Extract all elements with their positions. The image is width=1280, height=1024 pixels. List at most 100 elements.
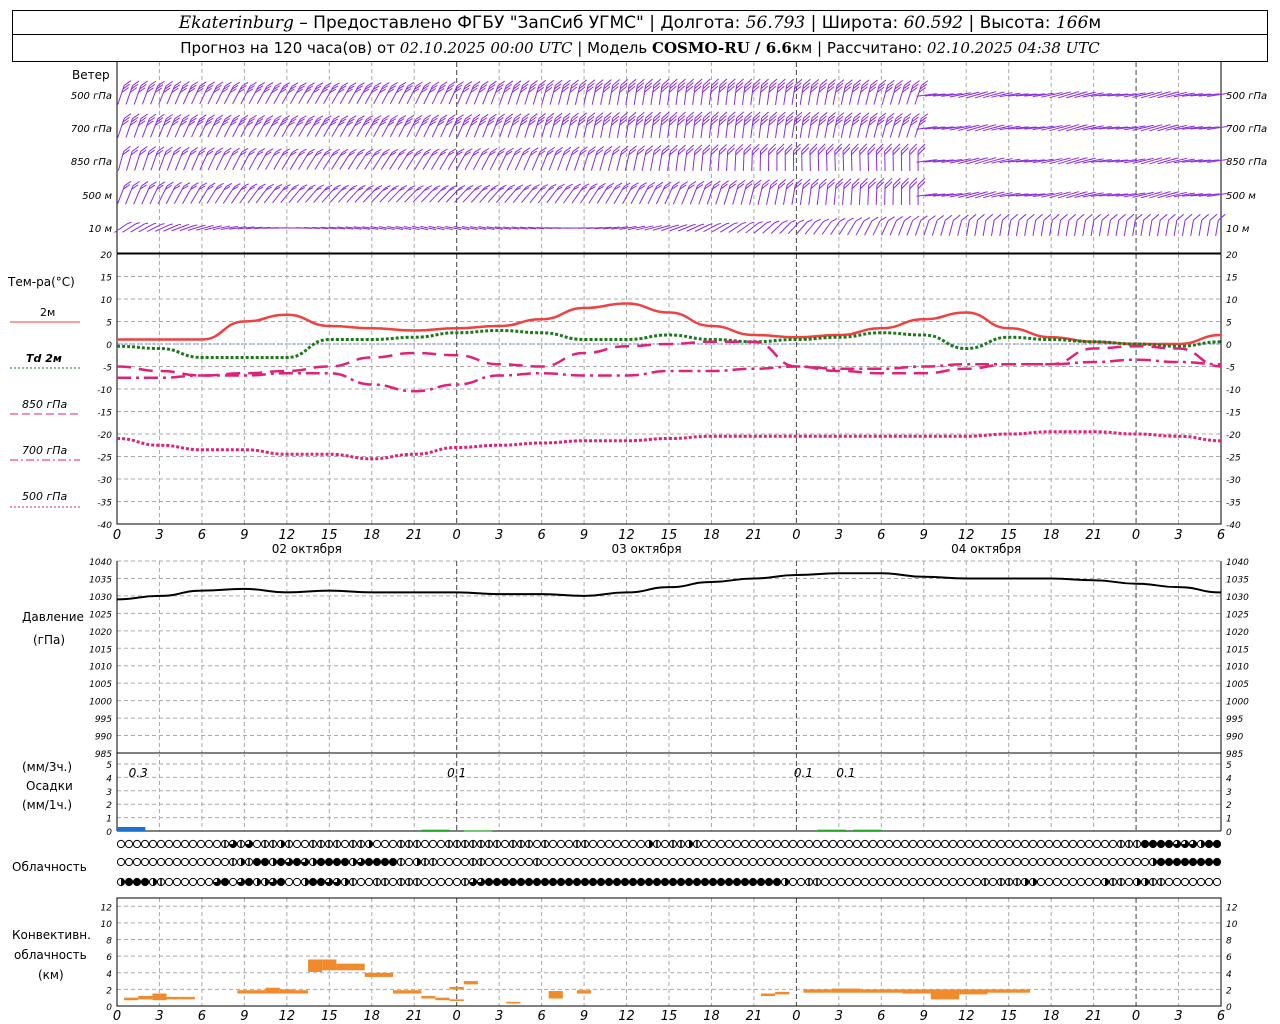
wind-barb <box>675 144 686 171</box>
wind-barb <box>436 225 453 231</box>
wind-barb-flag <box>343 184 349 189</box>
cloud-circle <box>916 857 926 867</box>
cloud-symbol <box>428 839 438 849</box>
cloud-symbol <box>844 877 854 887</box>
cloud-symbol <box>900 877 910 887</box>
cloud-symbol <box>844 857 854 867</box>
cloud-symbol <box>236 839 246 849</box>
wind-barb-flag <box>547 146 555 153</box>
cloud-symbol <box>820 839 830 849</box>
wind-barb <box>732 179 746 205</box>
wind-barb <box>816 178 827 205</box>
wind-barb <box>1190 213 1201 236</box>
wind-barb-flag <box>233 114 240 120</box>
cloud-symbol <box>836 877 846 887</box>
wind-barb-flag <box>440 81 448 87</box>
cloud-symbol <box>700 877 710 887</box>
wind-barb-flag <box>498 147 506 153</box>
wind-barb-flag <box>920 113 929 119</box>
wind-barb-staff <box>821 221 832 235</box>
wind-barb-flag <box>564 146 572 153</box>
cloud-circle <box>756 839 766 849</box>
wind-barb-flag <box>686 111 695 119</box>
conv-cloud-bar <box>803 989 832 993</box>
wind-barb-flag <box>662 144 670 152</box>
cloud-circle <box>500 839 510 849</box>
cloud-symbol <box>556 839 566 849</box>
cloud-symbol <box>660 839 670 849</box>
wind-barb <box>141 181 157 205</box>
cloud-circle <box>1172 877 1182 887</box>
cloud-fill <box>629 878 637 886</box>
cloud-symbol <box>436 839 446 849</box>
cloud-symbol <box>972 839 982 849</box>
cloud-symbol <box>676 839 686 849</box>
wind-barb-flag <box>249 148 257 153</box>
cloud-symbol <box>268 839 278 849</box>
wind-barb-flag <box>613 145 621 152</box>
cloud-circle <box>164 877 174 887</box>
wind-barb <box>809 143 818 172</box>
cloud-symbol <box>908 839 918 849</box>
cloud-circle <box>564 857 574 867</box>
pressure-tick-right: 1000 <box>1226 698 1249 708</box>
cloud-fill <box>253 858 261 866</box>
cloud-symbol <box>220 839 230 849</box>
cloud-symbol <box>180 839 190 849</box>
cloud-symbol <box>828 857 838 867</box>
temp-tick-left: -35 <box>97 499 112 509</box>
cloud-circle <box>380 839 390 849</box>
wind-barb-flag <box>383 148 390 154</box>
wind-barb-flag <box>861 112 870 119</box>
wind-barb-flag <box>216 114 224 120</box>
wind-barb <box>130 222 149 233</box>
wind-barb-flag <box>1168 213 1176 221</box>
wind-barb-staff <box>1107 220 1111 236</box>
cloud-symbol <box>340 839 350 849</box>
wind-barb-flag <box>393 185 399 189</box>
cloud-circle <box>1028 857 1038 867</box>
cloud-circle <box>1068 877 1078 887</box>
conv-tick-right: 0 <box>1226 1003 1232 1013</box>
temp-x-tick: 9 <box>240 528 248 543</box>
cloud-circle <box>836 877 846 887</box>
cloud-circle <box>892 877 902 887</box>
cloud-symbol <box>300 877 310 887</box>
cloud-symbol <box>340 857 350 867</box>
wind-barb-flag <box>456 114 464 120</box>
cloud-circle <box>996 857 1006 867</box>
cloud-symbol <box>804 857 814 867</box>
cloud-symbol <box>492 839 502 849</box>
wind-barb-flag <box>308 82 315 87</box>
wind-barb-flag <box>489 113 497 120</box>
cloud-circle <box>796 839 806 849</box>
cloud-circle <box>972 857 982 867</box>
wind-barb-flag <box>473 114 481 120</box>
cloud-symbol <box>444 857 454 867</box>
cloud-symbol <box>308 857 318 867</box>
cloud-symbol <box>1212 839 1222 849</box>
wind-barb-flag <box>656 181 664 187</box>
wind-barb <box>750 78 761 105</box>
wind-barb <box>403 225 420 231</box>
wind-barb-flag <box>351 184 358 189</box>
cloud-symbol <box>468 857 478 867</box>
wind-barb-flag <box>728 78 736 86</box>
wind-barb <box>138 222 157 233</box>
conv-panel-title-1: Конвективн. <box>12 928 91 942</box>
cloud-circle <box>948 877 958 887</box>
cloud-symbol <box>1132 877 1142 887</box>
wind-barb-flag <box>810 82 819 90</box>
cloud-symbol <box>452 857 462 867</box>
cloud-symbol <box>492 877 502 887</box>
wind-barb-flag <box>678 78 686 86</box>
cloud-circle <box>164 857 174 867</box>
wind-barb-staff <box>694 224 710 232</box>
wind-barb-flag <box>448 81 456 87</box>
wind-barb-flag <box>876 147 884 155</box>
cloud-symbol <box>860 857 870 867</box>
wind-barb <box>698 180 713 205</box>
wind-barb-flag <box>725 222 730 225</box>
cloud-fill <box>565 878 573 886</box>
wind-barb-flag <box>876 177 885 186</box>
